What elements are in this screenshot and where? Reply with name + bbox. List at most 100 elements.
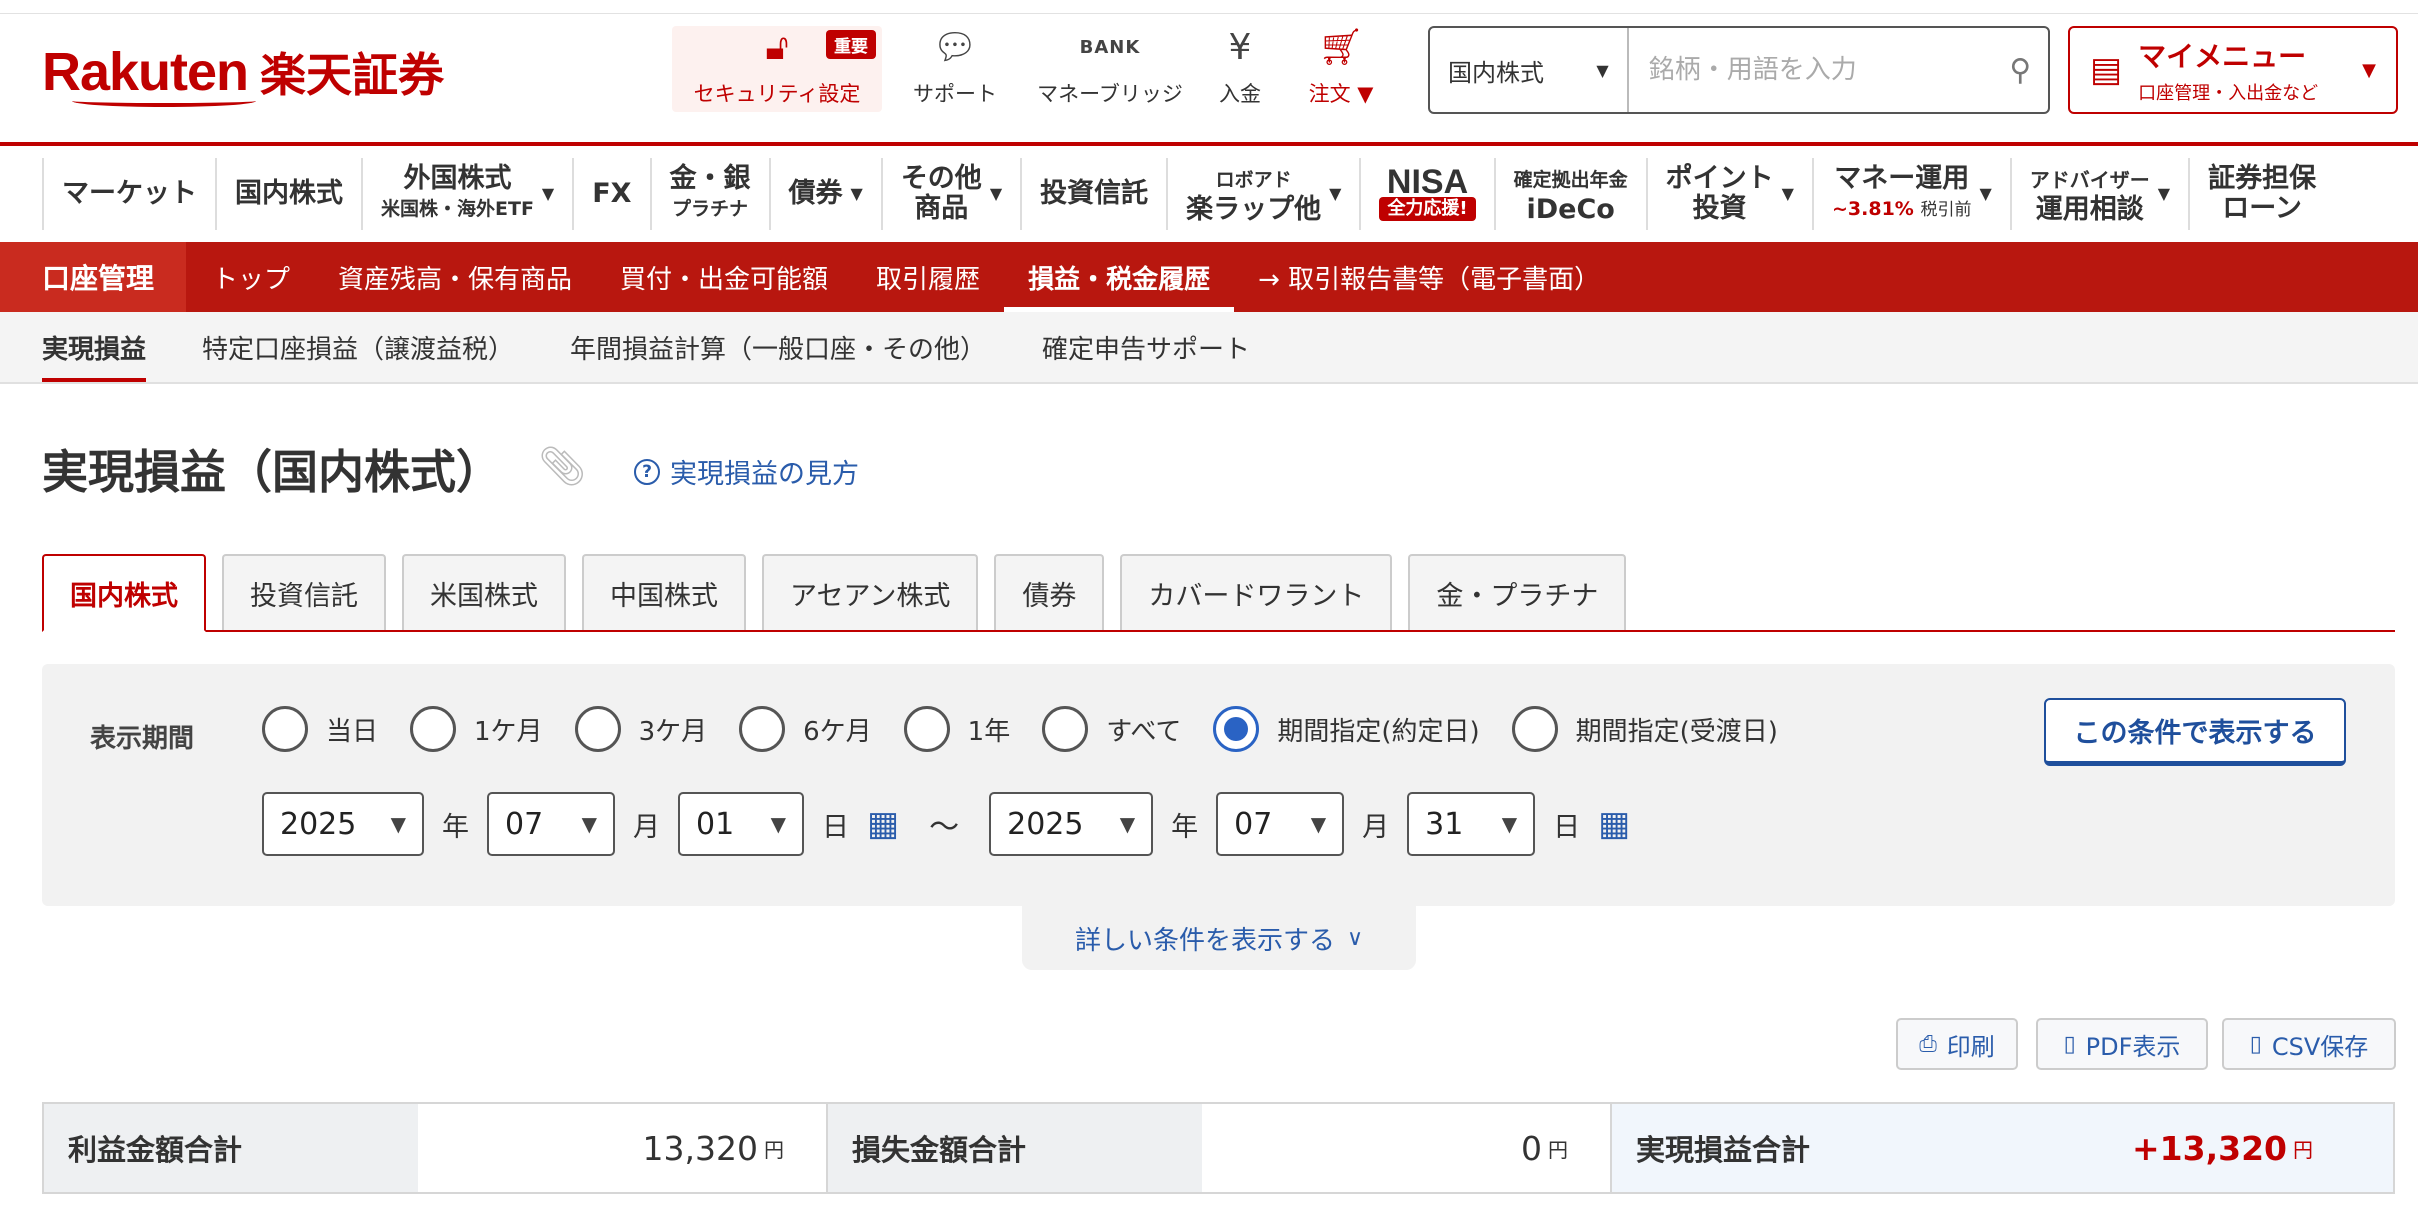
my-menu-title: マイメニュー (2138, 40, 2307, 73)
nav-label: 確定拠出年金 (1513, 169, 1628, 191)
important-badge: 重要 (826, 30, 876, 59)
product-tab-investment-trust[interactable]: 投資信託 (222, 554, 386, 630)
security-settings-button[interactable]: 重要 🔓︎ セキュリティ設定 (672, 26, 882, 112)
radio-6-months[interactable]: 6ケ月 (739, 706, 872, 752)
question-icon: ? (634, 458, 660, 485)
realized-pl-total-label: 実現損益合計 (1612, 1104, 2132, 1192)
account-tab-assets[interactable]: 資産残高・保有商品 (314, 242, 596, 312)
money-bridge-button[interactable]: BANK マネーブリッジ (1030, 26, 1190, 112)
search-icon[interactable]: ⚲ (1993, 28, 2048, 112)
nav-ideco[interactable]: 確定拠出年金 iDeCo (1493, 158, 1646, 230)
from-day-select[interactable]: 01 ▼ (678, 792, 804, 856)
radio-circle[interactable] (903, 706, 950, 752)
nav-label: ロボアド (1215, 169, 1292, 191)
product-tab-domestic-stock[interactable]: 国内株式 (42, 554, 206, 632)
account-tab-trade-reports[interactable]: → 取引報告書等（電子書面） (1234, 242, 1624, 312)
nav-sublabel: 米国株・海外ETF (381, 198, 534, 220)
product-tab-bonds[interactable]: 債券 (994, 554, 1105, 630)
radio-circle[interactable] (410, 706, 457, 752)
radio-all[interactable]: すべて (1042, 706, 1181, 752)
nav-point-investment[interactable]: ポイント 投資 ▼ (1645, 158, 1812, 230)
to-year-select[interactable]: 2025 ▼ (989, 792, 1154, 856)
period-label: 表示期間 (90, 724, 195, 754)
account-menu-title[interactable]: 口座管理 (0, 242, 186, 312)
nav-robo-advisor[interactable]: ロボアド 楽ラップ他 ▼ (1166, 158, 1359, 230)
nav-foreign-stock[interactable]: 外国株式 米国株・海外ETF ▼ (361, 158, 572, 230)
product-tab-china-stock[interactable]: 中国株式 (582, 554, 746, 630)
search-input[interactable] (1628, 28, 1993, 112)
product-tab-us-stock[interactable]: 米国株式 (402, 554, 566, 630)
subtab-specific-account-pl[interactable]: 特定口座損益（譲渡益税） (202, 312, 514, 382)
paperclip-icon[interactable]: 📎︎ (538, 444, 586, 489)
radio-today[interactable]: 当日 (262, 706, 378, 752)
radio-1-month[interactable]: 1ケ月 (410, 706, 543, 752)
show-more-label: 詳しい条件を表示する (1074, 925, 1335, 956)
nav-market[interactable]: マーケット (42, 158, 215, 230)
nav-bonds[interactable]: 債券 ▼ (768, 158, 881, 230)
calendar-icon[interactable]: ▦ (867, 804, 899, 844)
csv-save-button[interactable]: ▯ CSV保存 (2222, 1018, 2396, 1070)
nav-securities-loan[interactable]: 証券担保 ローン (2188, 158, 2334, 230)
chevron-down-icon: ▼ (1979, 184, 1992, 203)
product-tab-gold-platinum[interactable]: 金・プラチナ (1408, 554, 1627, 630)
radio-label: 1年 (967, 716, 1011, 747)
radio-circle[interactable] (262, 706, 308, 752)
order-button[interactable]: 🛒︎ 注文 ▼ (1296, 26, 1386, 112)
support-label: サポート (913, 82, 997, 106)
from-month-select[interactable]: 07 ▼ (487, 792, 615, 856)
chat-help-icon: 💬︎ (932, 27, 978, 68)
nav-sublabel: 投資 (1692, 193, 1747, 224)
subtab-tax-return-support[interactable]: 確定申告サポート (1042, 312, 1250, 382)
search-category-select[interactable]: 国内株式 ▼ (1430, 28, 1629, 112)
account-tab-top[interactable]: トップ (186, 242, 314, 312)
nav-money-management[interactable]: マネー運用 ~3.81% 税引前 ▼ (1811, 158, 2010, 230)
radio-3-months[interactable]: 3ケ月 (574, 706, 707, 752)
realized-pl-total-value: +13,320 円 (2132, 1104, 2393, 1192)
nav-fx[interactable]: FX (572, 158, 649, 230)
period-radio-group: 当日 1ケ月 3ケ月 6ケ月 1年 すべて 期間指定(約定日) 期間指定(受渡日… (262, 706, 1810, 752)
print-button[interactable]: ⎙ 印刷 (1896, 1018, 2018, 1070)
pdf-view-button[interactable]: ▯ PDF表示 (2036, 1018, 2208, 1070)
subtab-realized-pl[interactable]: 実現損益 (42, 312, 147, 382)
nav-nisa[interactable]: NISA 全力応援! (1359, 158, 1493, 230)
deposit-button[interactable]: ¥ 入金 (1208, 26, 1272, 112)
nav-domestic-stock[interactable]: 国内株式 (215, 158, 361, 230)
account-tab-pl-tax-history[interactable]: 損益・税金履歴 (1004, 242, 1235, 312)
nav-gold-silver[interactable]: 金・銀 プラチナ (649, 158, 769, 230)
calendar-icon[interactable]: ▦ (1598, 804, 1630, 844)
apply-filter-button[interactable]: この条件で表示する (2044, 698, 2346, 766)
radio-circle[interactable] (1213, 706, 1260, 752)
account-tab-trade-history[interactable]: 取引履歴 (852, 242, 1004, 312)
nav-other-products[interactable]: その他 商品 ▼ (880, 158, 1020, 230)
show-more-conditions-toggle[interactable]: 詳しい条件を表示する ∨ (1022, 906, 1416, 970)
security-label: セキュリティ設定 (693, 82, 861, 106)
nav-label: FX (592, 178, 632, 209)
radio-trade-date-range[interactable]: 期間指定(約定日) (1213, 706, 1480, 752)
nav-label: マーケット (62, 178, 197, 209)
radio-circle[interactable] (1042, 706, 1089, 752)
to-day-select[interactable]: 31 ▼ (1407, 792, 1536, 856)
product-tab-asean-stock[interactable]: アセアン株式 (762, 554, 979, 630)
from-year-select[interactable]: 2025 ▼ (262, 792, 424, 856)
rakuten-logo[interactable]: Rakuten 楽天証券 (42, 36, 444, 108)
help-link[interactable]: ? 実現損益の見方 (634, 452, 859, 491)
subtab-annual-pl[interactable]: 年間損益計算（一般口座・その他） (570, 312, 986, 382)
nisa-logo: NISA (1386, 163, 1469, 201)
printer-icon: ⎙ (1919, 1031, 1937, 1057)
radio-circle[interactable] (1511, 706, 1558, 752)
nav-label: その他 (900, 163, 982, 194)
radio-1-year[interactable]: 1年 (903, 706, 1011, 752)
nav-investment-trust[interactable]: 投資信託 (1020, 158, 1166, 230)
nav-sublabel: 楽ラップ他 (1186, 194, 1322, 225)
product-tab-covered-warrant[interactable]: カバードワラント (1120, 554, 1393, 630)
account-tab-buying-power[interactable]: 買付・出金可能額 (596, 242, 852, 312)
sub-tabs: 実現損益 特定口座損益（譲渡益税） 年間損益計算（一般口座・その他） 確定申告サ… (0, 312, 2418, 384)
nav-advisor[interactable]: アドバイザー 運用相談 ▼ (2009, 158, 2188, 230)
radio-circle[interactable] (574, 706, 621, 752)
to-month-select[interactable]: 07 ▼ (1216, 792, 1345, 856)
radio-circle[interactable] (739, 706, 786, 752)
my-menu-button[interactable]: ▤ マイメニュー 口座管理・入出金など ▼ (2068, 26, 2398, 114)
radio-settlement-date-range[interactable]: 期間指定(受渡日) (1511, 706, 1778, 752)
rate-text: ~3.81% (1831, 197, 1914, 220)
support-button[interactable]: 💬︎ サポート (900, 26, 1010, 112)
